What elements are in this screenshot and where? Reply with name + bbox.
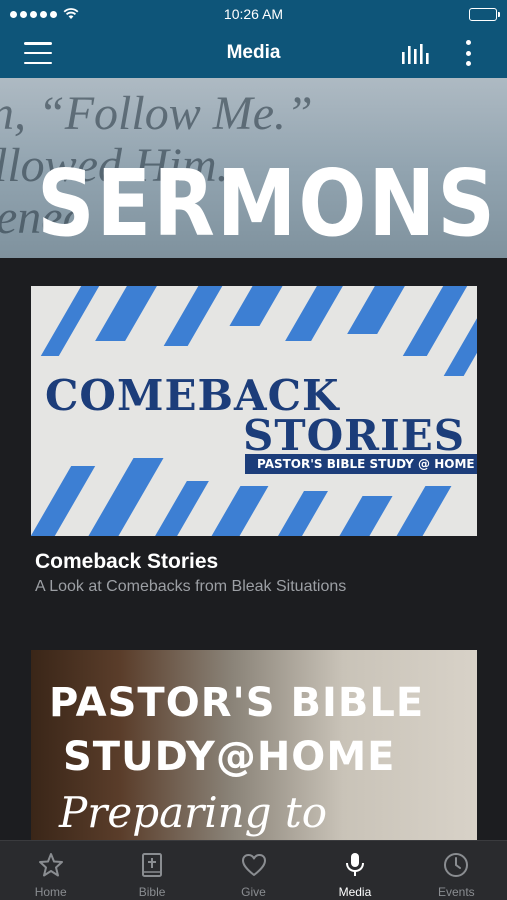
- menu-button[interactable]: [24, 42, 52, 64]
- card-subtitle: A Look at Comebacks from Bleak Situation…: [35, 578, 347, 595]
- menu-icon-line: [24, 61, 52, 64]
- heart-icon: [241, 854, 266, 876]
- tab-label: Bible: [138, 885, 166, 899]
- hero-title: SERMONS: [36, 150, 497, 257]
- tab-label: Give: [241, 885, 266, 899]
- microphone-icon: [345, 853, 364, 876]
- status-time: 10:26 AM: [223, 6, 284, 22]
- tab-label: Home: [34, 885, 67, 899]
- status-bar: 10:26 AM: [0, 0, 507, 28]
- tab-label: Events: [437, 885, 475, 899]
- hero-background-text: n, “Follow Me.”: [0, 87, 313, 140]
- tab-give[interactable]: Give: [203, 841, 304, 900]
- audio-bars-icon[interactable]: [400, 40, 430, 66]
- tab-media[interactable]: Media: [304, 841, 405, 900]
- card-image-ribbon: PASTOR'S BIBLE STUDY @ HOME: [245, 454, 477, 474]
- card-image-title: STUDY@HOME: [63, 734, 396, 780]
- card-thumbnail[interactable]: COMEBACK STORIES PASTOR'S BIBLE STUDY @ …: [31, 286, 477, 536]
- tab-label: Media: [338, 885, 372, 899]
- card-image-script-title: Preparing to Regather: [59, 788, 328, 840]
- tab-home[interactable]: Home: [0, 841, 101, 900]
- clock-icon: [444, 853, 469, 877]
- media-card[interactable]: PASTOR'S BIBLE STUDY@HOME Preparing to R…: [31, 650, 477, 840]
- media-list[interactable]: COMEBACK STORIES PASTOR'S BIBLE STUDY @ …: [0, 258, 507, 840]
- card-thumbnail[interactable]: PASTOR'S BIBLE STUDY@HOME Preparing to R…: [31, 650, 477, 840]
- menu-icon-line: [24, 51, 52, 55]
- more-options-button[interactable]: [460, 40, 476, 66]
- star-icon: [38, 853, 63, 877]
- menu-icon-line: [24, 42, 52, 45]
- card-image-title: STORIES: [243, 411, 466, 460]
- sermons-hero-banner[interactable]: n, “Follow Me.” llowed Him. eneo SERMONS: [0, 78, 507, 258]
- battery-icon: [469, 7, 500, 21]
- tab-bible[interactable]: Bible: [101, 841, 202, 900]
- media-card[interactable]: COMEBACK STORIES PASTOR'S BIBLE STUDY @ …: [31, 286, 477, 596]
- tab-events[interactable]: Events: [406, 841, 507, 900]
- card-image-title: PASTOR'S BIBLE: [49, 680, 425, 726]
- bible-icon: [142, 853, 163, 877]
- card-title: Comeback Stories: [35, 550, 219, 573]
- nav-bar: Media: [0, 28, 507, 78]
- page-title: Media: [226, 42, 281, 63]
- tab-bar: Home Bible Give Media Events: [0, 840, 507, 900]
